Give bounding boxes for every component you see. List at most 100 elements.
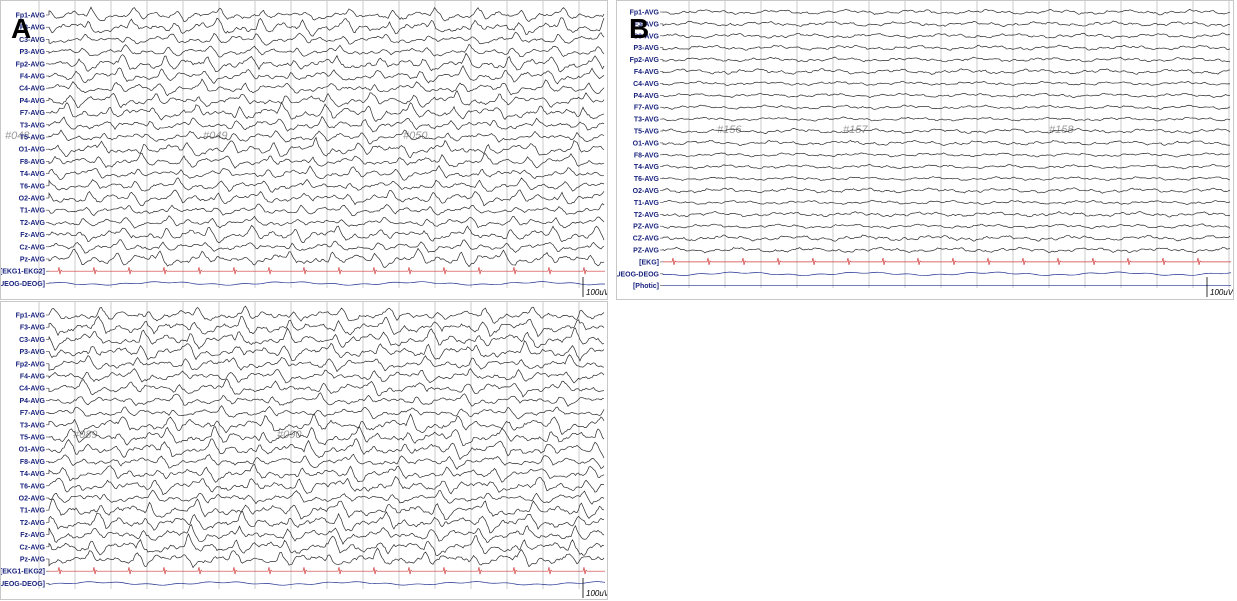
waveform <box>48 239 605 254</box>
channel-label: F4-AVG <box>634 69 660 76</box>
channel-label: PZ-AVG <box>633 224 659 231</box>
channel-label: T1-AVG <box>20 508 46 515</box>
channel-label: O2-AVG <box>19 196 46 203</box>
channel-label: T6-AVG <box>20 483 46 490</box>
channel-label: C4-AVG <box>633 81 659 88</box>
waveform <box>48 31 605 46</box>
channel-label: T1-AVG <box>634 200 660 207</box>
waveform <box>662 139 1231 146</box>
channel-label: T3-AVG <box>20 422 46 429</box>
waveform <box>48 129 605 145</box>
channel-label: [EKG1-EKG2] <box>1 269 45 276</box>
channel-label: Pz-AVG <box>20 257 46 264</box>
waveform <box>662 199 1231 205</box>
scale-label: 100uV <box>586 288 607 297</box>
waveform <box>48 78 605 97</box>
waveform <box>48 379 605 398</box>
channel-label: T5-AVG <box>634 129 660 136</box>
channel-label: T2-AVG <box>20 220 46 227</box>
channel-label: T4-AVG <box>634 164 660 171</box>
waveform <box>48 368 605 384</box>
channel-label: F3-AVG <box>20 325 46 332</box>
channel-label: T3-AVG <box>634 117 660 124</box>
waveform <box>662 32 1231 39</box>
channel-label: UEOG-DEOG <box>617 271 660 278</box>
channel-label: C4-AVG <box>19 386 45 393</box>
waveform <box>662 20 1231 27</box>
waveform <box>48 177 605 193</box>
waveform <box>48 101 605 122</box>
waveform <box>48 247 605 268</box>
channel-label: P3-AVG <box>19 349 45 356</box>
scale-label: 100uV <box>1210 288 1233 297</box>
channel-label: Cz-AVG <box>19 544 45 551</box>
waveform <box>48 43 605 58</box>
channel-label: P3-AVG <box>19 49 45 56</box>
eeg-panel-a-bottom: #089 #090 Fp1-AVG F3-AVG C3-AVG P3-AVG Fp2-AVG… <box>0 301 608 600</box>
waveform <box>48 17 605 37</box>
waveform <box>662 271 1232 276</box>
waveform <box>48 547 605 569</box>
eeg-trace-area: #156 #157 #158Fp1-AVGF3-AVGC3-AVGP3-AVGFp2… <box>617 1 1233 297</box>
waveform <box>662 234 1231 242</box>
waveform <box>48 115 605 133</box>
channel-label: F8-AVG <box>634 152 660 159</box>
waveform <box>48 463 605 483</box>
channel-label: T3-AVG <box>20 122 46 129</box>
eeg-panel-b: #156 #157 #158 Fp1-AVG F3-AVG C3-AVG P3-AVG Fp2… <box>616 0 1234 300</box>
waveform <box>48 224 605 244</box>
channel-label: P4-AVG <box>19 98 45 105</box>
channel-label: Fp2-AVG <box>16 361 46 368</box>
waveform <box>662 223 1231 229</box>
waveform <box>48 315 605 338</box>
waveform <box>48 52 605 73</box>
channel-label: T2-AVG <box>20 520 46 527</box>
eeg-trace-area: #089 #090Fp1-AVGF3-AVGC3-AVGP3-AVGFp2-AVG… <box>1 302 607 598</box>
channel-label: Cz-AVG <box>19 244 45 251</box>
scale-label: 100uV <box>586 589 607 598</box>
channel-label: T1-AVG <box>20 208 46 215</box>
waveform <box>48 453 605 470</box>
waveform <box>48 475 605 496</box>
channel-label: [UEOG-DEOG] <box>1 281 45 288</box>
waveform <box>662 56 1231 63</box>
channel-label: T5-AVG <box>20 435 46 442</box>
channel-label: Fp2-AVG <box>16 61 46 68</box>
channel-label: O1-AVG <box>19 147 46 154</box>
waveform <box>663 257 1231 265</box>
waveform <box>48 152 605 169</box>
eeg-trace-area: #048 #049 #050Fp1-AVGF3-AVGC3-AVGP3-AVGFp2… <box>1 1 607 297</box>
channel-label: P4-AVG <box>633 93 659 100</box>
epoch-stamp: #049 <box>203 130 227 142</box>
channel-label: C3-AVG <box>19 337 45 344</box>
channel-label: T2-AVG <box>634 212 660 219</box>
waveform <box>48 426 605 447</box>
waveform <box>662 152 1231 158</box>
waveform <box>48 510 605 534</box>
waveform <box>662 68 1231 75</box>
channel-label: PZ-AVG <box>633 248 659 255</box>
waveform <box>662 246 1231 254</box>
waveform <box>48 165 605 181</box>
waveform <box>48 305 605 324</box>
waveform <box>662 116 1231 122</box>
channel-label: F8-AVG <box>20 159 46 166</box>
channel-label: O1-AVG <box>19 447 46 454</box>
channel-label: CZ-AVG <box>633 236 660 243</box>
channel-label: C4-AVG <box>19 86 45 93</box>
channel-label: T4-AVG <box>20 471 46 478</box>
channel-label: [Photic] <box>633 283 659 290</box>
waveform <box>662 176 1231 181</box>
waveform <box>662 187 1231 194</box>
waveform <box>662 127 1231 134</box>
waveform <box>48 489 605 505</box>
channel-label: T5-AVG <box>20 135 46 142</box>
waveform <box>662 8 1231 16</box>
channel-label: [EKG1-EKG2] <box>1 569 45 576</box>
channel-label: T6-AVG <box>20 183 46 190</box>
waveform <box>662 44 1231 51</box>
waveform <box>48 203 605 217</box>
channel-label: F4-AVG <box>20 374 46 381</box>
channel-label: Fz-AVG <box>20 232 45 239</box>
channel-label: Pz-AVG <box>20 557 46 564</box>
